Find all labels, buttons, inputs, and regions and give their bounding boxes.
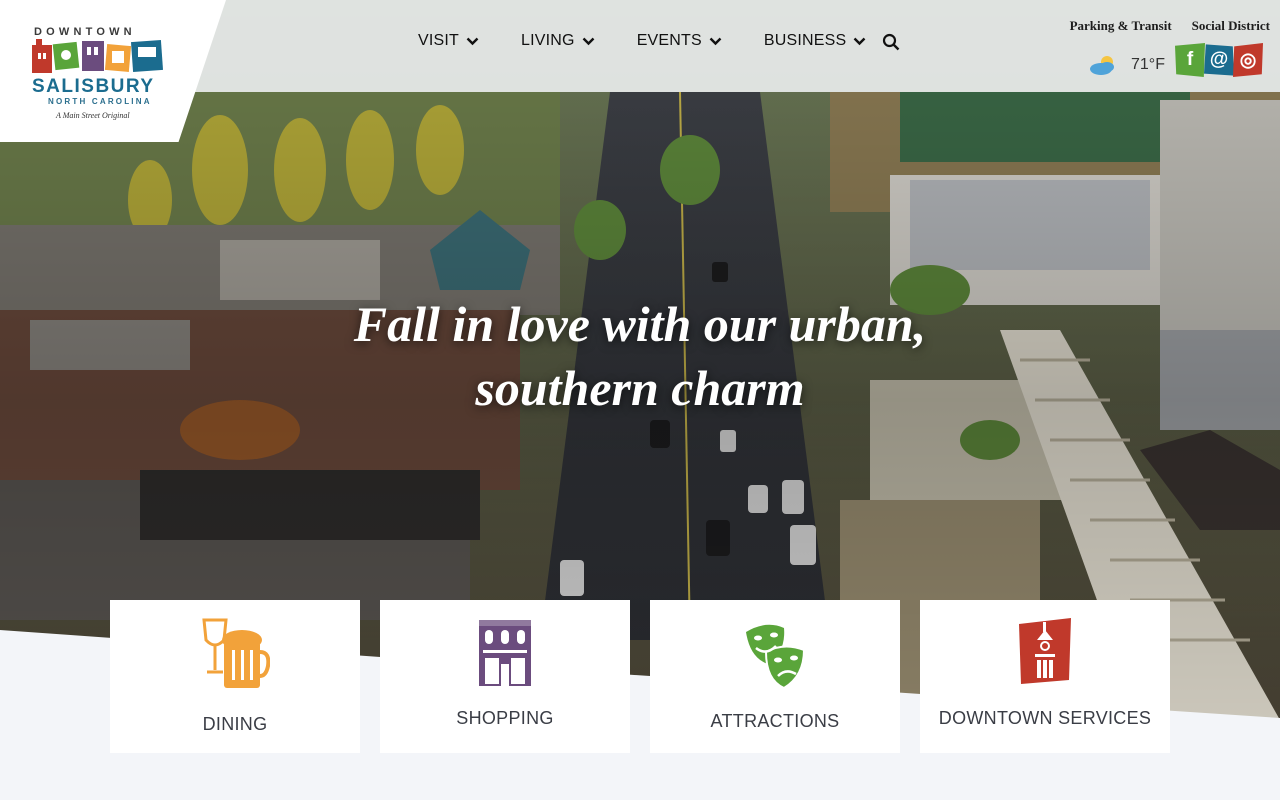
social-district-link[interactable]: Social District <box>1192 18 1270 34</box>
nav-item-label: LIVING <box>521 32 575 49</box>
nav-item-business[interactable]: BUSINESS <box>764 32 867 50</box>
logo-main-text: SALISBURY <box>32 76 155 97</box>
instagram-icon[interactable]: ◎ <box>1233 43 1263 77</box>
utility-links: Parking & Transit Social District <box>1050 18 1270 34</box>
nav-item-label: EVENTS <box>636 32 702 49</box>
card-downtown-services[interactable]: DOWNTOWN SERVICES <box>920 600 1170 753</box>
nav-item-label: VISIT <box>418 32 460 49</box>
theater-masks-icon <box>746 624 806 690</box>
clock-tower-icon <box>1019 618 1071 684</box>
card-dining[interactable]: DINING <box>110 600 360 753</box>
threads-icon[interactable]: @ <box>1204 44 1234 76</box>
nav-item-label: BUSINESS <box>763 32 847 49</box>
logo-sub-text: NORTH CAROLINA <box>48 97 152 106</box>
hero-heading: Fall in love with our urban, southern ch… <box>0 292 1280 420</box>
chevron-down-icon <box>854 37 866 45</box>
wine-beer-icon <box>202 618 270 688</box>
hero-heading-line-2: southern charm <box>475 360 805 416</box>
nav-item-visit[interactable]: VISIT <box>418 32 479 50</box>
category-cards: DINING SHOPPING ATTRACTIONS DOWNTOWN SER… <box>110 600 1190 753</box>
card-shopping[interactable]: SHOPPING <box>380 600 630 753</box>
card-label: DOWNTOWN SERVICES <box>938 708 1152 728</box>
main-navigation: VISIT LIVING EVENTS BUSINESS <box>418 32 908 50</box>
storefront-icon <box>479 620 531 686</box>
partly-cloudy-icon <box>1090 56 1114 75</box>
logo-tagline: A Main Street Original <box>56 111 130 120</box>
weather-widget: 71°F <box>1088 54 1165 76</box>
nav-item-events[interactable]: EVENTS <box>637 32 722 50</box>
site-logo[interactable]: DOWNTOWN SALISBURY NORTH CAROLINA A Main… <box>30 26 166 124</box>
chevron-down-icon <box>709 37 722 45</box>
card-label: DINING <box>202 714 268 734</box>
logo-blocks-graphic <box>32 39 164 73</box>
facebook-icon[interactable]: f <box>1175 43 1205 77</box>
card-attractions[interactable]: ATTRACTIONS <box>650 600 900 753</box>
card-label: ATTRACTIONS <box>710 711 840 731</box>
social-links: f @ ◎ <box>1175 43 1263 77</box>
nav-item-living[interactable]: LIVING <box>521 32 595 50</box>
search-icon[interactable] <box>882 33 900 51</box>
logo-top-text: DOWNTOWN <box>34 26 136 38</box>
hero-heading-line-1: Fall in love with our urban, <box>353 296 927 352</box>
card-label: SHOPPING <box>456 708 554 728</box>
weather-temperature: 71°F <box>1131 56 1165 73</box>
chevron-down-icon <box>582 37 595 45</box>
chevron-down-icon <box>466 37 479 45</box>
parking-transit-link[interactable]: Parking & Transit <box>1070 18 1172 34</box>
